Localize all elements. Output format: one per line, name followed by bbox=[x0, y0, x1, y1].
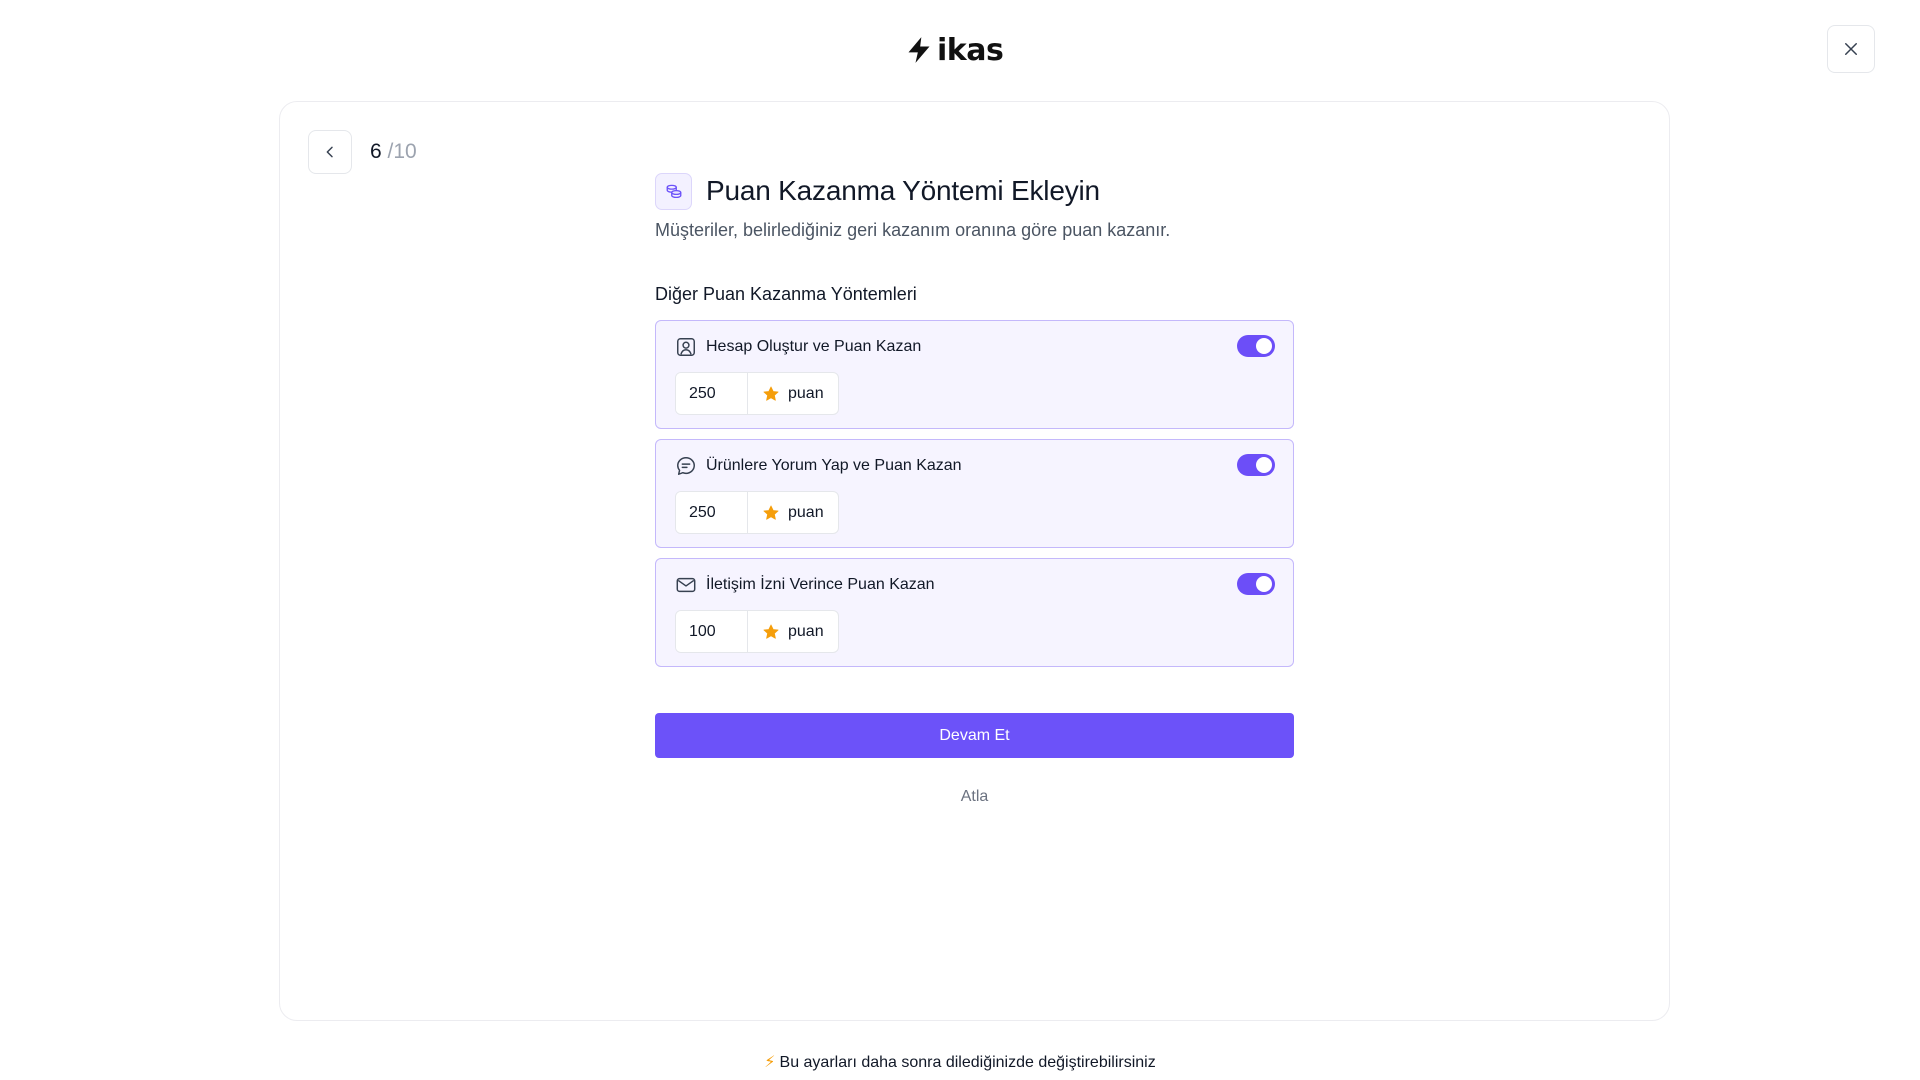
points-input-group: puan bbox=[675, 610, 839, 653]
method-label: İletişim İzni Verince Puan Kazan bbox=[706, 576, 935, 593]
chat-icon bbox=[677, 457, 695, 475]
toggle-knob bbox=[1256, 576, 1272, 592]
points-unit-label: puan bbox=[788, 503, 824, 521]
method-label: Ürünlere Yorum Yap ve Puan Kazan bbox=[706, 457, 962, 474]
content: Puan Kazanma Yöntemi Ekleyin Müşteriler,… bbox=[655, 172, 1294, 806]
ikas-logo[interactable]: ikas bbox=[905, 30, 1004, 70]
close-button[interactable] bbox=[1827, 25, 1875, 73]
coins-icon bbox=[655, 172, 692, 210]
method-header: Ürünlere Yorum Yap ve Puan Kazan bbox=[675, 455, 962, 477]
star-icon bbox=[763, 505, 779, 520]
section-label: Diğer Puan Kazanma Yöntemleri bbox=[655, 284, 917, 304]
brand-name: ikas bbox=[937, 32, 1004, 68]
points-input[interactable] bbox=[676, 611, 748, 652]
method-header: İletişim İzni Verince Puan Kazan bbox=[675, 574, 935, 596]
method-item-review: Ürünlere Yorum Yap ve Puan Kazan puan bbox=[655, 439, 1294, 548]
points-unit: puan bbox=[748, 373, 838, 414]
toggle-knob bbox=[1256, 338, 1272, 354]
user-square-icon bbox=[677, 338, 695, 356]
mail-icon bbox=[676, 577, 696, 593]
back-button[interactable] bbox=[308, 130, 352, 174]
continue-button[interactable]: Devam Et bbox=[655, 713, 1294, 758]
footer-note-text: Bu ayarları daha sonra dilediğinizde değ… bbox=[779, 1054, 1156, 1071]
points-unit: puan bbox=[748, 492, 838, 533]
points-input[interactable] bbox=[676, 373, 748, 414]
toggle-knob bbox=[1256, 457, 1272, 473]
method-label: Hesap Oluştur ve Puan Kazan bbox=[706, 338, 922, 355]
method-item-create-account: Hesap Oluştur ve Puan Kazan puan bbox=[655, 320, 1294, 429]
points-unit: puan bbox=[748, 611, 838, 652]
lightning-icon bbox=[908, 37, 930, 63]
step-total: /10 bbox=[387, 140, 417, 163]
top-bar: ikas bbox=[0, 0, 1920, 100]
page-subtitle: Müşteriler, belirlediğiniz geri kazanım … bbox=[655, 220, 1171, 240]
lightning-icon: ⚡ bbox=[764, 1054, 776, 1071]
footer-note: ⚡ Bu ayarları daha sonra dilediğinizde de… bbox=[0, 1052, 1920, 1072]
close-icon bbox=[1845, 43, 1857, 55]
step-current: 6 bbox=[370, 140, 382, 163]
points-unit-label: puan bbox=[788, 622, 824, 640]
points-input-group: puan bbox=[675, 491, 839, 534]
method-header: Hesap Oluştur ve Puan Kazan bbox=[675, 336, 921, 358]
method-list: Hesap Oluştur ve Puan Kazan puan bbox=[655, 320, 1294, 667]
chevron-left-icon bbox=[326, 146, 333, 158]
wizard-card: 6 /10 Puan Kazanma Yöntemi Ekleyin Müşte… bbox=[279, 101, 1670, 1021]
star-icon bbox=[763, 386, 779, 401]
points-input[interactable] bbox=[676, 492, 748, 533]
skip-link[interactable]: Atla bbox=[655, 788, 1294, 806]
step-counter: 6 /10 bbox=[370, 138, 417, 166]
method-toggle[interactable] bbox=[1237, 454, 1275, 476]
page-title: Puan Kazanma Yöntemi Ekleyin bbox=[706, 175, 1100, 206]
points-input-group: puan bbox=[675, 372, 839, 415]
star-icon bbox=[763, 624, 779, 639]
method-toggle[interactable] bbox=[1237, 573, 1275, 595]
title-row: Puan Kazanma Yöntemi Ekleyin bbox=[655, 172, 1294, 210]
method-item-contact-permission: İletişim İzni Verince Puan Kazan puan bbox=[655, 558, 1294, 667]
method-toggle[interactable] bbox=[1237, 335, 1275, 357]
points-unit-label: puan bbox=[788, 384, 824, 402]
